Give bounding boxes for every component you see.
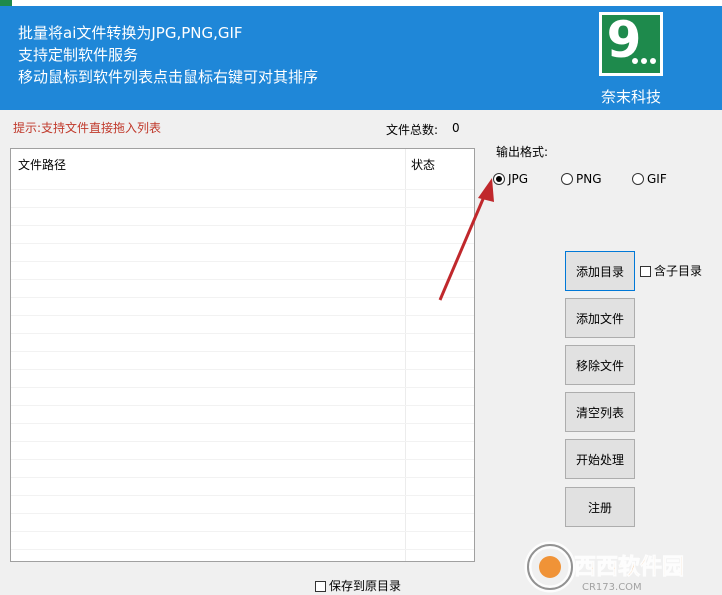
watermark-url: CR173.COM: [582, 582, 642, 593]
list-row-line: [11, 280, 474, 298]
header-line-1: 批量将ai文件转换为JPG,PNG,GIF: [18, 24, 243, 42]
list-row-line: [11, 442, 474, 460]
logo-dots-icon: [632, 58, 660, 66]
header-banner: 批量将ai文件转换为JPG,PNG,GIF 支持定制软件服务 移动鼠标到软件列表…: [0, 6, 722, 110]
list-row-line: [11, 298, 474, 316]
output-format-label: 输出格式:: [496, 145, 549, 159]
include-subdir-label: 含子目录: [654, 264, 703, 278]
clear-list-button[interactable]: 清空列表: [565, 392, 635, 432]
radio-png[interactable]: PNG: [561, 172, 602, 186]
radio-unselected-icon[interactable]: [632, 173, 644, 185]
checkbox-box[interactable]: [640, 266, 651, 277]
drag-hint: 提示:支持文件直接拖入列表: [13, 121, 162, 135]
file-list[interactable]: 文件路径 状态: [10, 148, 475, 562]
list-row-line: [11, 316, 474, 334]
add-file-button[interactable]: 添加文件: [565, 298, 635, 338]
list-row-line: [11, 208, 474, 226]
list-row-line: [11, 460, 474, 478]
radio-unselected-icon[interactable]: [561, 173, 573, 185]
register-button[interactable]: 注册: [565, 487, 635, 527]
save-to-original-checkbox[interactable]: 保存到原目录: [315, 577, 401, 594]
list-row-line: [11, 262, 474, 280]
save-to-original-label: 保存到原目录: [329, 579, 402, 593]
company-name: 奈末科技: [600, 88, 661, 106]
list-row-line: [11, 478, 474, 496]
list-row-line: [11, 406, 474, 424]
list-row-line: [11, 370, 474, 388]
add-directory-button[interactable]: 添加目录: [565, 251, 635, 291]
list-row-line: [11, 514, 474, 532]
header-line-2: 支持定制软件服务: [18, 46, 139, 64]
header-line-3: 移动鼠标到软件列表点击鼠标右键可对其排序: [18, 68, 319, 86]
list-row-line: [11, 496, 474, 514]
radio-jpg-label: JPG: [508, 172, 529, 186]
list-row-line: [11, 532, 474, 550]
list-row-line: [11, 226, 474, 244]
column-header-path[interactable]: 文件路径: [18, 156, 66, 173]
file-list-rows: [11, 172, 474, 550]
list-row-line: [11, 352, 474, 370]
radio-png-label: PNG: [576, 172, 602, 186]
company-logo: 9: [599, 11, 663, 76]
list-row-line: [11, 388, 474, 406]
list-row-line: [11, 334, 474, 352]
radio-gif[interactable]: GIF: [632, 172, 667, 186]
file-count-value: 0: [452, 121, 460, 135]
radio-gif-label: GIF: [647, 172, 667, 186]
remove-file-button[interactable]: 移除文件: [565, 345, 635, 385]
watermark-brand: 西西软件园: [574, 554, 684, 580]
annotation-arrow-icon: [438, 178, 494, 301]
list-row-line: [11, 244, 474, 262]
checkbox-box[interactable]: [315, 581, 326, 592]
list-row-line: [11, 424, 474, 442]
watermark-logo: 西西软件园 CR173.COM: [524, 541, 684, 593]
list-row-line: [11, 172, 474, 190]
include-subdir-checkbox[interactable]: 含子目录: [640, 262, 702, 279]
list-row-line: [11, 190, 474, 208]
start-processing-button[interactable]: 开始处理: [565, 439, 635, 479]
file-count-label: 文件总数:: [386, 123, 439, 137]
